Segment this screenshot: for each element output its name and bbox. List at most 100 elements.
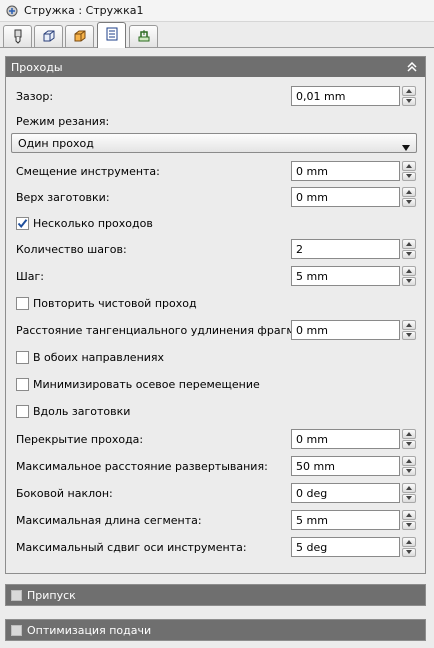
spin-up-arrow-icon[interactable] <box>402 456 416 466</box>
gap-spinner: 0,01 mm <box>291 86 416 106</box>
spin-up-arrow-icon[interactable] <box>402 86 416 96</box>
spin-down-arrow-icon[interactable] <box>402 520 416 530</box>
tab-passes[interactable] <box>97 22 126 48</box>
spin-down-arrow-icon[interactable] <box>402 171 416 181</box>
multiple-passes-checkbox[interactable] <box>16 217 29 230</box>
passes-panel: Проходы Зазор: 0,01 mm Режим резания: Од… <box>5 56 426 574</box>
spin-up-arrow-icon[interactable] <box>402 239 416 249</box>
spin-up-arrow-icon[interactable] <box>402 266 416 276</box>
max-unroll-spinner: 50 mm <box>291 456 416 476</box>
passes-panel-title: Проходы <box>11 60 63 74</box>
cut-mode-label: Режим резания: <box>16 115 110 128</box>
step-label: Шаг: <box>16 270 44 283</box>
passes-icon <box>104 26 120 45</box>
gap-row: Зазор: 0,01 mm <box>6 86 427 106</box>
pass-overlap-row: Перекрытие прохода: 0 mm <box>6 429 427 449</box>
stock-top-input[interactable]: 0 mm <box>291 187 400 207</box>
max-axis-shift-label: Максимальный сдвиг оси инструмента: <box>16 541 247 554</box>
step-count-input[interactable]: 2 <box>291 239 400 259</box>
spin-up-arrow-icon[interactable] <box>402 537 416 547</box>
checkmark-icon <box>17 219 28 229</box>
spin-down-arrow-icon[interactable] <box>402 547 416 557</box>
max-segment-input[interactable]: 5 mm <box>291 510 400 530</box>
collapse-chevron-icon[interactable] <box>405 60 419 74</box>
along-stock-checkbox[interactable] <box>16 405 29 418</box>
step-count-label: Количество шагов: <box>16 243 127 256</box>
step-row: Шаг: 5 mm <box>6 266 427 286</box>
max-axis-shift-input[interactable]: 5 deg <box>291 537 400 557</box>
allowance-panel-title: Припуск <box>27 588 76 602</box>
tab-underline <box>0 47 434 48</box>
max-axis-shift-row: Максимальный сдвиг оси инструмента: 5 de… <box>6 537 427 557</box>
dropdown-arrow-icon <box>402 141 410 151</box>
cut-mode-select[interactable]: Один проход <box>11 133 417 153</box>
spin-up-arrow-icon[interactable] <box>402 510 416 520</box>
spin-down-arrow-icon[interactable] <box>402 493 416 503</box>
pass-overlap-input[interactable]: 0 mm <box>291 429 400 449</box>
step-input[interactable]: 5 mm <box>291 266 400 286</box>
operation-icon <box>5 4 19 18</box>
spin-up-arrow-icon[interactable] <box>402 483 416 493</box>
tab-tool[interactable] <box>3 25 32 48</box>
stock-top-label: Верх заготовки: <box>16 191 110 204</box>
step-spinner: 5 mm <box>291 266 416 286</box>
spin-down-arrow-icon[interactable] <box>402 249 416 259</box>
multiple-passes-label[interactable]: Несколько проходов <box>33 217 153 230</box>
tab-stock[interactable] <box>65 25 94 48</box>
both-directions-checkbox[interactable] <box>16 351 29 364</box>
feed-optimization-enable-checkbox[interactable] <box>11 624 22 636</box>
side-tilt-input[interactable]: 0 deg <box>291 483 400 503</box>
tangential-ext-input[interactable]: 0 mm <box>291 320 400 340</box>
spin-up-arrow-icon[interactable] <box>402 429 416 439</box>
max-unroll-row: Максимальное расстояние развертывания: 5… <box>6 456 427 476</box>
spin-down-arrow-icon[interactable] <box>402 276 416 286</box>
tab-geometry[interactable] <box>34 25 63 48</box>
allowance-panel-header[interactable]: Припуск <box>6 585 425 605</box>
side-tilt-spinner: 0 deg <box>291 483 416 503</box>
repeat-finish-label[interactable]: Повторить чистовой проход <box>33 297 197 310</box>
spin-down-arrow-icon[interactable] <box>402 439 416 449</box>
stock-icon <box>72 28 88 47</box>
tangential-ext-spinner: 0 mm <box>291 320 416 340</box>
feed-optimization-panel-header[interactable]: Оптимизация подачи <box>6 620 425 640</box>
spin-down-arrow-icon[interactable] <box>402 197 416 207</box>
tool-icon <box>10 28 26 47</box>
max-unroll-label: Максимальное расстояние развертывания: <box>16 460 268 473</box>
along-stock-label[interactable]: Вдоль заготовки <box>33 405 130 418</box>
gap-label: Зазор: <box>16 90 54 103</box>
spin-down-arrow-icon[interactable] <box>402 466 416 476</box>
max-unroll-input[interactable]: 50 mm <box>291 456 400 476</box>
cut-mode-value: Один проход <box>18 137 94 150</box>
tool-offset-label: Смещение инструмента: <box>16 165 160 178</box>
spin-up-arrow-icon[interactable] <box>402 161 416 171</box>
stock-top-spinner: 0 mm <box>291 187 416 207</box>
feed-optimization-panel-title: Оптимизация подачи <box>27 623 152 637</box>
minimize-axial-checkbox[interactable] <box>16 378 29 391</box>
feed-optimization-panel: Оптимизация подачи <box>5 619 426 641</box>
cut-mode-label-row: Режим резания: <box>6 112 427 132</box>
passes-panel-header[interactable]: Проходы <box>6 57 425 77</box>
max-axis-shift-spinner: 5 deg <box>291 537 416 557</box>
spin-up-arrow-icon[interactable] <box>402 187 416 197</box>
repeat-finish-checkbox[interactable] <box>16 297 29 310</box>
allowance-enable-checkbox[interactable] <box>11 589 22 601</box>
gap-input[interactable]: 0,01 mm <box>291 86 400 106</box>
both-directions-label[interactable]: В обоих направлениях <box>33 351 164 364</box>
spin-down-arrow-icon[interactable] <box>402 96 416 106</box>
linking-icon <box>136 28 152 47</box>
max-segment-label: Максимальная длина сегмента: <box>16 514 202 527</box>
minimize-axial-label[interactable]: Минимизировать осевое перемещение <box>33 378 260 391</box>
pass-overlap-spinner: 0 mm <box>291 429 416 449</box>
spin-up-arrow-icon[interactable] <box>402 320 416 330</box>
window-title: Стружка : Стружка1 <box>24 4 144 17</box>
spin-down-arrow-icon[interactable] <box>402 330 416 340</box>
max-segment-row: Максимальная длина сегмента: 5 mm <box>6 510 427 530</box>
window-titlebar: Стружка : Стружка1 <box>0 0 434 22</box>
tab-linking[interactable] <box>129 25 158 48</box>
stock-top-row: Верх заготовки: 0 mm <box>6 187 427 207</box>
step-count-row: Количество шагов: 2 <box>6 239 427 259</box>
tab-strip <box>0 22 434 48</box>
tool-offset-input[interactable]: 0 mm <box>291 161 400 181</box>
side-tilt-row: Боковой наклон: 0 deg <box>6 483 427 503</box>
allowance-panel: Припуск <box>5 584 426 606</box>
